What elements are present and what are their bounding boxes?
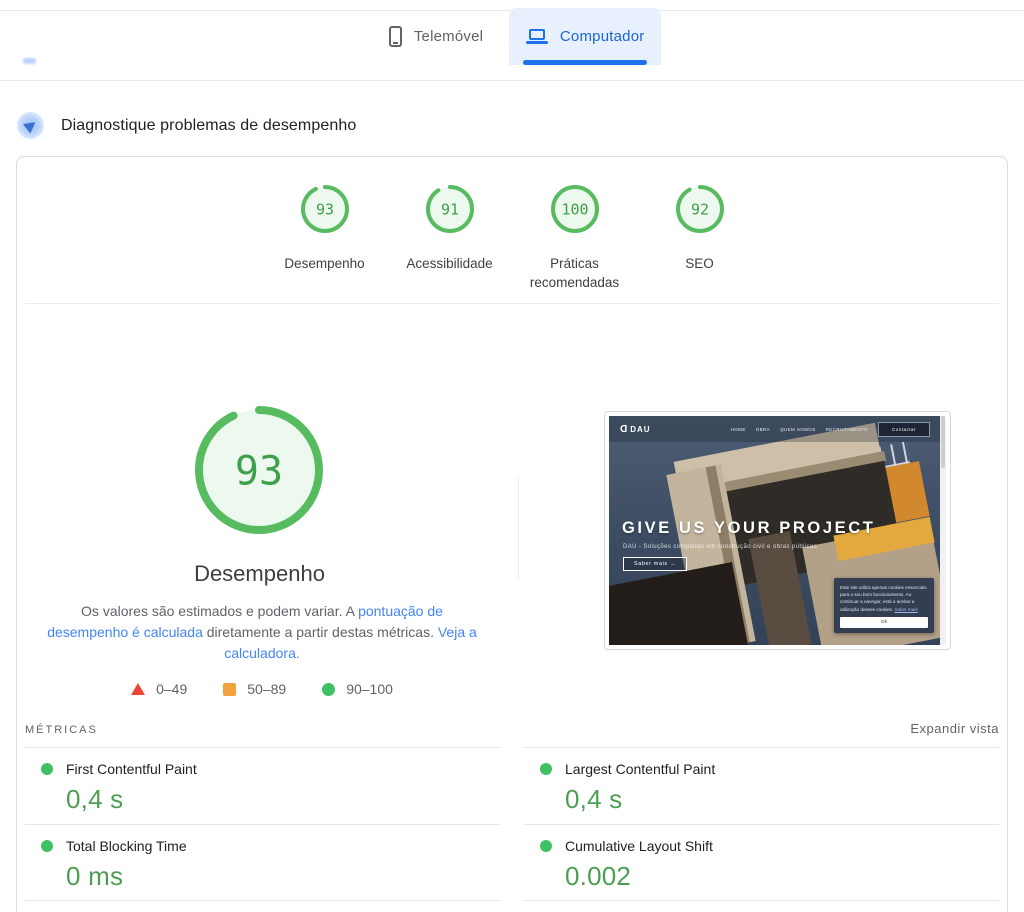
tab-mobile[interactable]: Telemóvel: [363, 8, 509, 65]
legend-average: 50–89: [223, 681, 286, 697]
site-nav-item: HOME: [731, 427, 746, 432]
site-nav-item: RECRUTAMENTO: [826, 427, 868, 432]
expand-view-link[interactable]: Expandir vista: [910, 721, 999, 736]
device-tabstrip: Telemóvel Computador: [0, 8, 1024, 65]
site-navbar: DDAU HOME OBRA QUEM SOMOS RECRUTAMENTO C…: [609, 416, 940, 442]
green-dot-icon: [540, 763, 552, 775]
site-headline: GIVE US YOUR PROJECT: [622, 519, 875, 538]
svg-text:91: 91: [440, 200, 458, 218]
svg-text:93: 93: [235, 448, 283, 494]
metric-lcp-name: Largest Contentful Paint: [565, 761, 715, 777]
site-cta-button: Saber mais →: [623, 557, 687, 571]
legend-fail: 0–49: [131, 681, 187, 697]
green-circle-icon: [322, 683, 335, 696]
metric-cls: Cumulative Layout Shift 0.002: [524, 824, 999, 901]
score-disclaimer: Os valores são estimados e podem variar.…: [47, 601, 477, 664]
final-screenshot-thumbnail[interactable]: DDAU HOME OBRA QUEM SOMOS RECRUTAMENTO C…: [604, 411, 951, 650]
cookie-banner: Este site utiliza apenas cookies essenci…: [834, 578, 934, 633]
disclaimer-text-2: diretamente a partir destas métricas.: [203, 624, 438, 640]
accessibility-gauge: 91: [426, 185, 474, 238]
site-nav-item: QUEM SOMOS: [780, 427, 816, 432]
active-tab-underline: [523, 60, 647, 65]
score-seo[interactable]: 92 SEO: [637, 185, 762, 292]
section-heading: Diagnostique problemas de desempenho: [17, 112, 356, 139]
score-performance[interactable]: 93 Desempenho: [262, 185, 387, 292]
metric-tbt-value: 0 ms: [66, 861, 500, 892]
category-scores-row: 93 Desempenho 91 Acessibilidade 100 Prát…: [17, 185, 1007, 292]
metrics-title: MÉTRICAS: [25, 724, 98, 736]
performance-gauge: 93: [301, 185, 349, 238]
phone-icon: [389, 26, 402, 47]
metric-tbt-name: Total Blocking Time: [66, 838, 187, 854]
metrics-grid: First Contentful Paint 0,4 s Largest Con…: [25, 747, 999, 901]
metrics-header-row: MÉTRICAS Expandir vista: [25, 721, 999, 736]
legend-pass: 90–100: [322, 681, 393, 697]
green-dot-icon: [41, 763, 53, 775]
cookie-text: Este site utiliza apenas cookies essenci…: [840, 584, 928, 613]
site-nav-links: HOME OBRA QUEM SOMOS RECRUTAMENTO: [731, 427, 868, 432]
metric-tbt: Total Blocking Time 0 ms: [25, 824, 500, 901]
metric-cls-value: 0.002: [565, 861, 999, 892]
score-performance-label: Desempenho: [284, 254, 364, 273]
svg-text:92: 92: [690, 200, 708, 218]
tab-desktop-label: Computador: [560, 28, 645, 45]
legend-pass-range: 90–100: [346, 681, 393, 697]
foreground-shadow: [609, 562, 749, 645]
lighthouse-gauge-icon: [17, 112, 44, 139]
big-gauge-label: Desempenho: [47, 561, 472, 587]
pagespeed-insights-page: Telemóvel Computador Diagnostique proble…: [0, 0, 1024, 912]
legend-fail-range: 0–49: [156, 681, 187, 697]
score-best-practices[interactable]: 100 Práticas recomendadas: [512, 185, 637, 292]
disclaimer-text-1: Os valores são estimados e podem variar.…: [81, 603, 358, 619]
report-card: 93 Desempenho 91 Acessibilidade 100 Prát…: [16, 156, 1008, 912]
card-divider: [25, 303, 999, 304]
metric-fcp-name: First Contentful Paint: [66, 761, 197, 777]
site-nav-item: OBRA: [756, 427, 770, 432]
big-gauge-ring: 93: [195, 521, 323, 538]
site-logo-icon: D: [619, 424, 627, 435]
score-legend: 0–49 50–89 90–100: [47, 681, 477, 697]
screenshot-scrollbar: [940, 416, 946, 645]
score-accessibility[interactable]: 91 Acessibilidade: [387, 185, 512, 292]
red-triangle-icon: [131, 683, 145, 695]
metric-fcp: First Contentful Paint 0,4 s: [25, 747, 500, 824]
section-title: Diagnostique problemas de desempenho: [61, 117, 356, 135]
best-practices-gauge: 100: [551, 185, 599, 238]
score-best-practices-label: Práticas recomendadas: [520, 254, 630, 292]
site-logo: DDAU: [619, 424, 651, 435]
score-accessibility-label: Acessibilidade: [406, 254, 492, 273]
tab-desktop[interactable]: Computador: [509, 8, 661, 65]
screenshot-scrollbar-thumb: [941, 416, 945, 468]
seo-gauge: 92: [676, 185, 724, 238]
orange-square-icon: [223, 683, 236, 696]
metric-lcp: Largest Contentful Paint 0,4 s: [524, 747, 999, 824]
site-contact-button: Contactar: [878, 422, 930, 437]
laptop-icon: [526, 29, 548, 45]
score-seo-label: SEO: [685, 254, 714, 273]
performance-big-gauge[interactable]: 93: [195, 406, 323, 534]
metric-fcp-value: 0,4 s: [66, 784, 500, 815]
green-dot-icon: [41, 840, 53, 852]
column-divider: [518, 478, 519, 579]
site-subtitle: DAU - Soluções completas em construção c…: [623, 544, 817, 550]
tab-mobile-label: Telemóvel: [414, 28, 483, 45]
cookie-ok-button: Ok: [840, 617, 928, 628]
site-logo-text: DAU: [630, 425, 650, 434]
screenshot-image: DDAU HOME OBRA QUEM SOMOS RECRUTAMENTO C…: [609, 416, 946, 645]
svg-text:100: 100: [561, 200, 588, 218]
metric-cls-name: Cumulative Layout Shift: [565, 838, 713, 854]
svg-text:93: 93: [315, 200, 333, 218]
green-dot-icon: [540, 840, 552, 852]
tabstrip-bottom-divider: [0, 80, 1024, 81]
cookie-saber-mais-link: Saber mais: [894, 607, 917, 612]
legend-average-range: 50–89: [247, 681, 286, 697]
metric-lcp-value: 0,4 s: [565, 784, 999, 815]
